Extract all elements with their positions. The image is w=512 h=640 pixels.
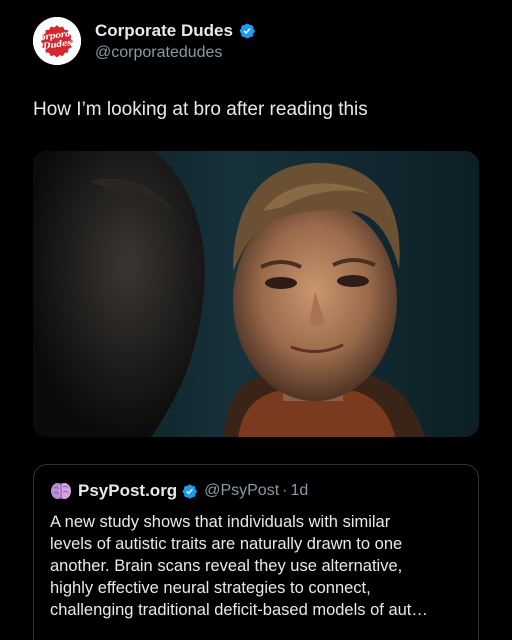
quoted-post[interactable]: PsyPost.org @PsyPost · 1d A new study sh… — [33, 464, 479, 640]
quoted-text-line: A new study shows that individuals with … — [50, 513, 391, 531]
quoted-post-text: A new study shows that individuals with … — [50, 511, 470, 621]
author-handle[interactable]: @corporatedudes — [95, 44, 256, 62]
quoted-text-line: highly effective neural strategies to co… — [50, 579, 371, 597]
post-header: Corporate Dudes Corporate Dudes @corpora… — [33, 17, 256, 65]
brain-icon — [51, 483, 71, 499]
quoted-author-name[interactable]: PsyPost.org — [78, 481, 177, 501]
quoted-text-line: levels of autistic traits are naturally … — [50, 535, 403, 553]
meme-photo — [33, 151, 479, 437]
quoted-author-handle[interactable]: @PsyPost — [204, 482, 279, 500]
verified-badge-icon[interactable] — [238, 22, 256, 40]
author-block: Corporate Dudes @corporatedudes — [95, 21, 256, 62]
quoted-post-timestamp[interactable]: 1d — [290, 482, 308, 500]
quoted-text-line: challenging traditional deficit-based mo… — [50, 601, 428, 619]
quoted-post-header: PsyPost.org @PsyPost · 1d — [50, 479, 462, 503]
quoted-text-line: another. Brain scans reveal they use alt… — [50, 557, 403, 575]
author-name-row: Corporate Dudes — [95, 21, 256, 41]
post-text: How I’m looking at bro after reading thi… — [33, 99, 368, 120]
author-name[interactable]: Corporate Dudes — [95, 21, 233, 41]
meta-separator: · — [282, 482, 288, 499]
verified-badge-icon[interactable] — [181, 483, 198, 500]
avatar[interactable]: Corporate Dudes — [33, 17, 81, 65]
post-image[interactable] — [33, 151, 479, 437]
